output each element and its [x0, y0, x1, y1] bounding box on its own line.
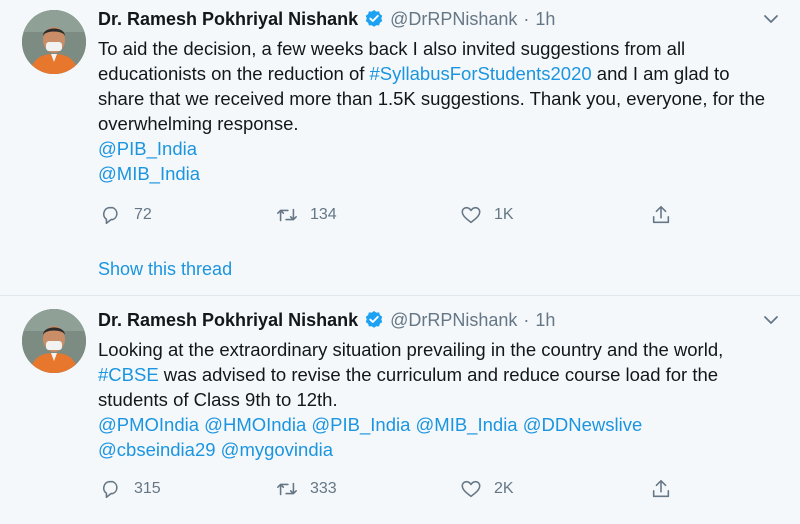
chevron-down-icon[interactable]: [762, 10, 780, 28]
like-count: 1K: [494, 206, 514, 223]
reply-icon: [102, 206, 118, 225]
heart-icon: [461, 206, 481, 224]
tweet[interactable]: Dr. Ramesh Pokhriyal Nishank @DrRPNishan…: [0, 0, 800, 296]
retweet-icon: [277, 482, 297, 496]
reply-icon: [102, 480, 118, 499]
timestamp[interactable]: 1h: [535, 307, 555, 333]
show-thread-link[interactable]: Show this thread: [98, 256, 232, 282]
retweet-icon: [277, 208, 297, 222]
mention-link[interactable]: @cbseindia29 @mygovindia: [98, 437, 778, 462]
action-bar: 72 134 1K: [100, 203, 672, 227]
reply-button[interactable]: 72: [100, 204, 276, 226]
mention-link[interactable]: @MIB_India: [98, 161, 778, 186]
tweet-header: Dr. Ramesh Pokhriyal Nishank @DrRPNishan…: [98, 6, 555, 32]
retweet-count: 134: [310, 206, 337, 223]
share-icon: [652, 479, 670, 498]
like-button[interactable]: 1K: [460, 204, 650, 226]
share-button[interactable]: [650, 204, 672, 226]
timestamp[interactable]: 1h: [535, 6, 555, 32]
hashtag-link[interactable]: #CBSE: [98, 364, 159, 385]
tweet-feed: Dr. Ramesh Pokhriyal Nishank @DrRPNishan…: [0, 0, 800, 524]
mention-link[interactable]: @PMOIndia @HMOIndia @PIB_India @MIB_Indi…: [98, 412, 778, 437]
retweet-button[interactable]: 333: [276, 478, 460, 500]
verified-badge-icon: [364, 9, 384, 29]
text-segment: was advised to revise the curriculum and…: [98, 364, 719, 410]
reply-count: 315: [134, 480, 161, 497]
share-button[interactable]: [650, 478, 672, 500]
tweet-text: To aid the decision, a few weeks back I …: [98, 36, 778, 186]
reply-button[interactable]: 315: [100, 478, 276, 500]
retweet-count: 333: [310, 480, 337, 497]
author-handle[interactable]: @DrRPNishank: [390, 6, 517, 32]
separator-dot: ·: [523, 9, 530, 29]
like-button[interactable]: 2K: [460, 478, 650, 500]
mention-link[interactable]: @PIB_India: [98, 136, 778, 161]
tweet-text: Looking at the extraordinary situation p…: [98, 337, 778, 462]
action-bar: 315 333 2K: [100, 477, 672, 501]
verified-badge-icon: [364, 310, 384, 330]
like-count: 2K: [494, 480, 514, 497]
reply-count: 72: [134, 206, 152, 223]
hashtag-link[interactable]: #SyllabusForStudents2020: [370, 63, 592, 84]
author-name[interactable]: Dr. Ramesh Pokhriyal Nishank: [98, 6, 358, 32]
author-name[interactable]: Dr. Ramesh Pokhriyal Nishank: [98, 307, 358, 333]
text-segment: Looking at the extraordinary situation p…: [98, 339, 724, 360]
avatar[interactable]: [22, 309, 86, 373]
retweet-button[interactable]: 134: [276, 204, 460, 226]
heart-icon: [461, 480, 481, 498]
chevron-down-icon[interactable]: [762, 311, 780, 329]
tweet[interactable]: Dr. Ramesh Pokhriyal Nishank @DrRPNishan…: [0, 297, 800, 524]
author-handle[interactable]: @DrRPNishank: [390, 307, 517, 333]
tweet-header: Dr. Ramesh Pokhriyal Nishank @DrRPNishan…: [98, 307, 555, 333]
avatar[interactable]: [22, 10, 86, 74]
share-icon: [652, 205, 670, 224]
separator-dot: ·: [523, 310, 530, 330]
